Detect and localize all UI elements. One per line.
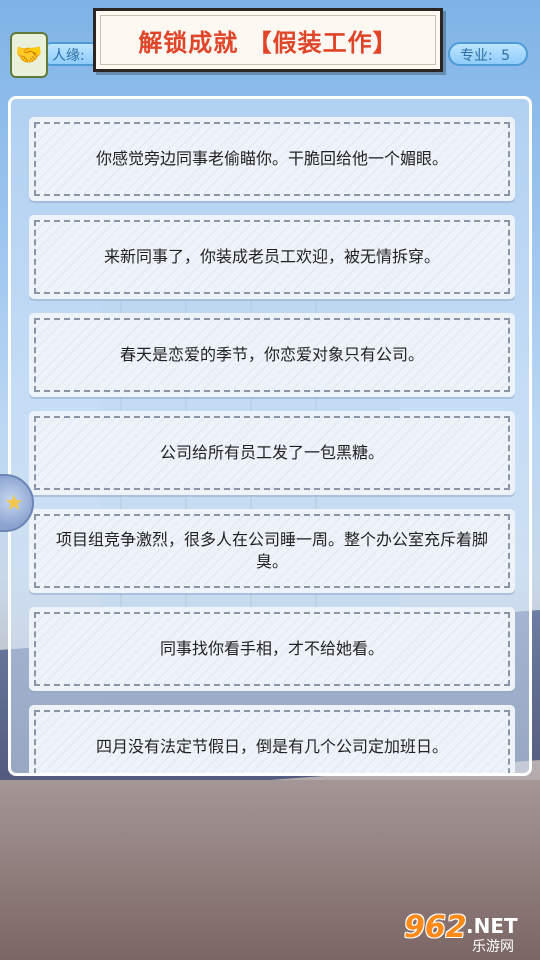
- zhuanye-stat: 专业: 5: [448, 42, 528, 66]
- achievement-text: 春天是恋爱的季节，你恋爱对象只有公司。: [119, 345, 424, 364]
- page-title: 解锁成就 【假装工作】: [138, 28, 398, 57]
- zhuanye-value: 5: [501, 48, 510, 64]
- achievement-text: 来新同事了，你装成老员工欢迎，被无情拆穿。: [103, 247, 440, 266]
- watermark-domain: .NET: [466, 914, 518, 938]
- achievement-list: 你感觉旁边同事老偷瞄你。干脆回给他一个媚眼。 来新同事了，你装成老员工欢迎，被无…: [29, 117, 515, 773]
- achievement-card[interactable]: 公司给所有员工发了一包黑糖。: [29, 411, 515, 495]
- achievement-card[interactable]: 项目组竞争激烈，很多人在公司睡一周。整个办公室充斥着脚臭。: [29, 509, 515, 593]
- achievement-card[interactable]: 四月没有法定节假日，倒是有几个公司定加班日。: [29, 705, 515, 773]
- watermark-number: 962: [404, 910, 467, 945]
- achievement-text: 你感觉旁边同事老偷瞄你。干脆回给他一个媚眼。: [95, 149, 448, 168]
- zhuanye-label: 专业:: [460, 48, 493, 64]
- watermark-name: 乐游网: [472, 939, 514, 955]
- achievement-card[interactable]: 来新同事了，你装成老员工欢迎，被无情拆穿。: [29, 215, 515, 299]
- achievement-panel[interactable]: 你感觉旁边同事老偷瞄你。干脆回给他一个媚眼。 来新同事了，你装成老员工欢迎，被无…: [8, 96, 532, 776]
- achievement-title-banner: 解锁成就 【假装工作】: [93, 8, 443, 72]
- achievement-text: 公司给所有员工发了一包黑糖。: [159, 443, 384, 462]
- achievement-text: 同事找你看手相，才不给她看。: [159, 639, 384, 658]
- achievement-card[interactable]: 你感觉旁边同事老偷瞄你。干脆回给他一个媚眼。: [29, 117, 515, 201]
- star-icon: ★: [4, 490, 24, 516]
- handshake-icon: 🤝: [10, 32, 48, 78]
- achievement-text: 项目组竞争激烈，很多人在公司睡一周。整个办公室充斥着脚臭。: [55, 530, 488, 571]
- achievement-card[interactable]: 春天是恋爱的季节，你恋爱对象只有公司。: [29, 313, 515, 397]
- achievement-text: 四月没有法定节假日，倒是有几个公司定加班日。: [95, 737, 448, 756]
- achievement-card[interactable]: 同事找你看手相，才不给她看。: [29, 607, 515, 691]
- renyuan-label: 人缘:: [52, 48, 85, 64]
- site-watermark: 962 .NET 乐游网: [400, 908, 534, 956]
